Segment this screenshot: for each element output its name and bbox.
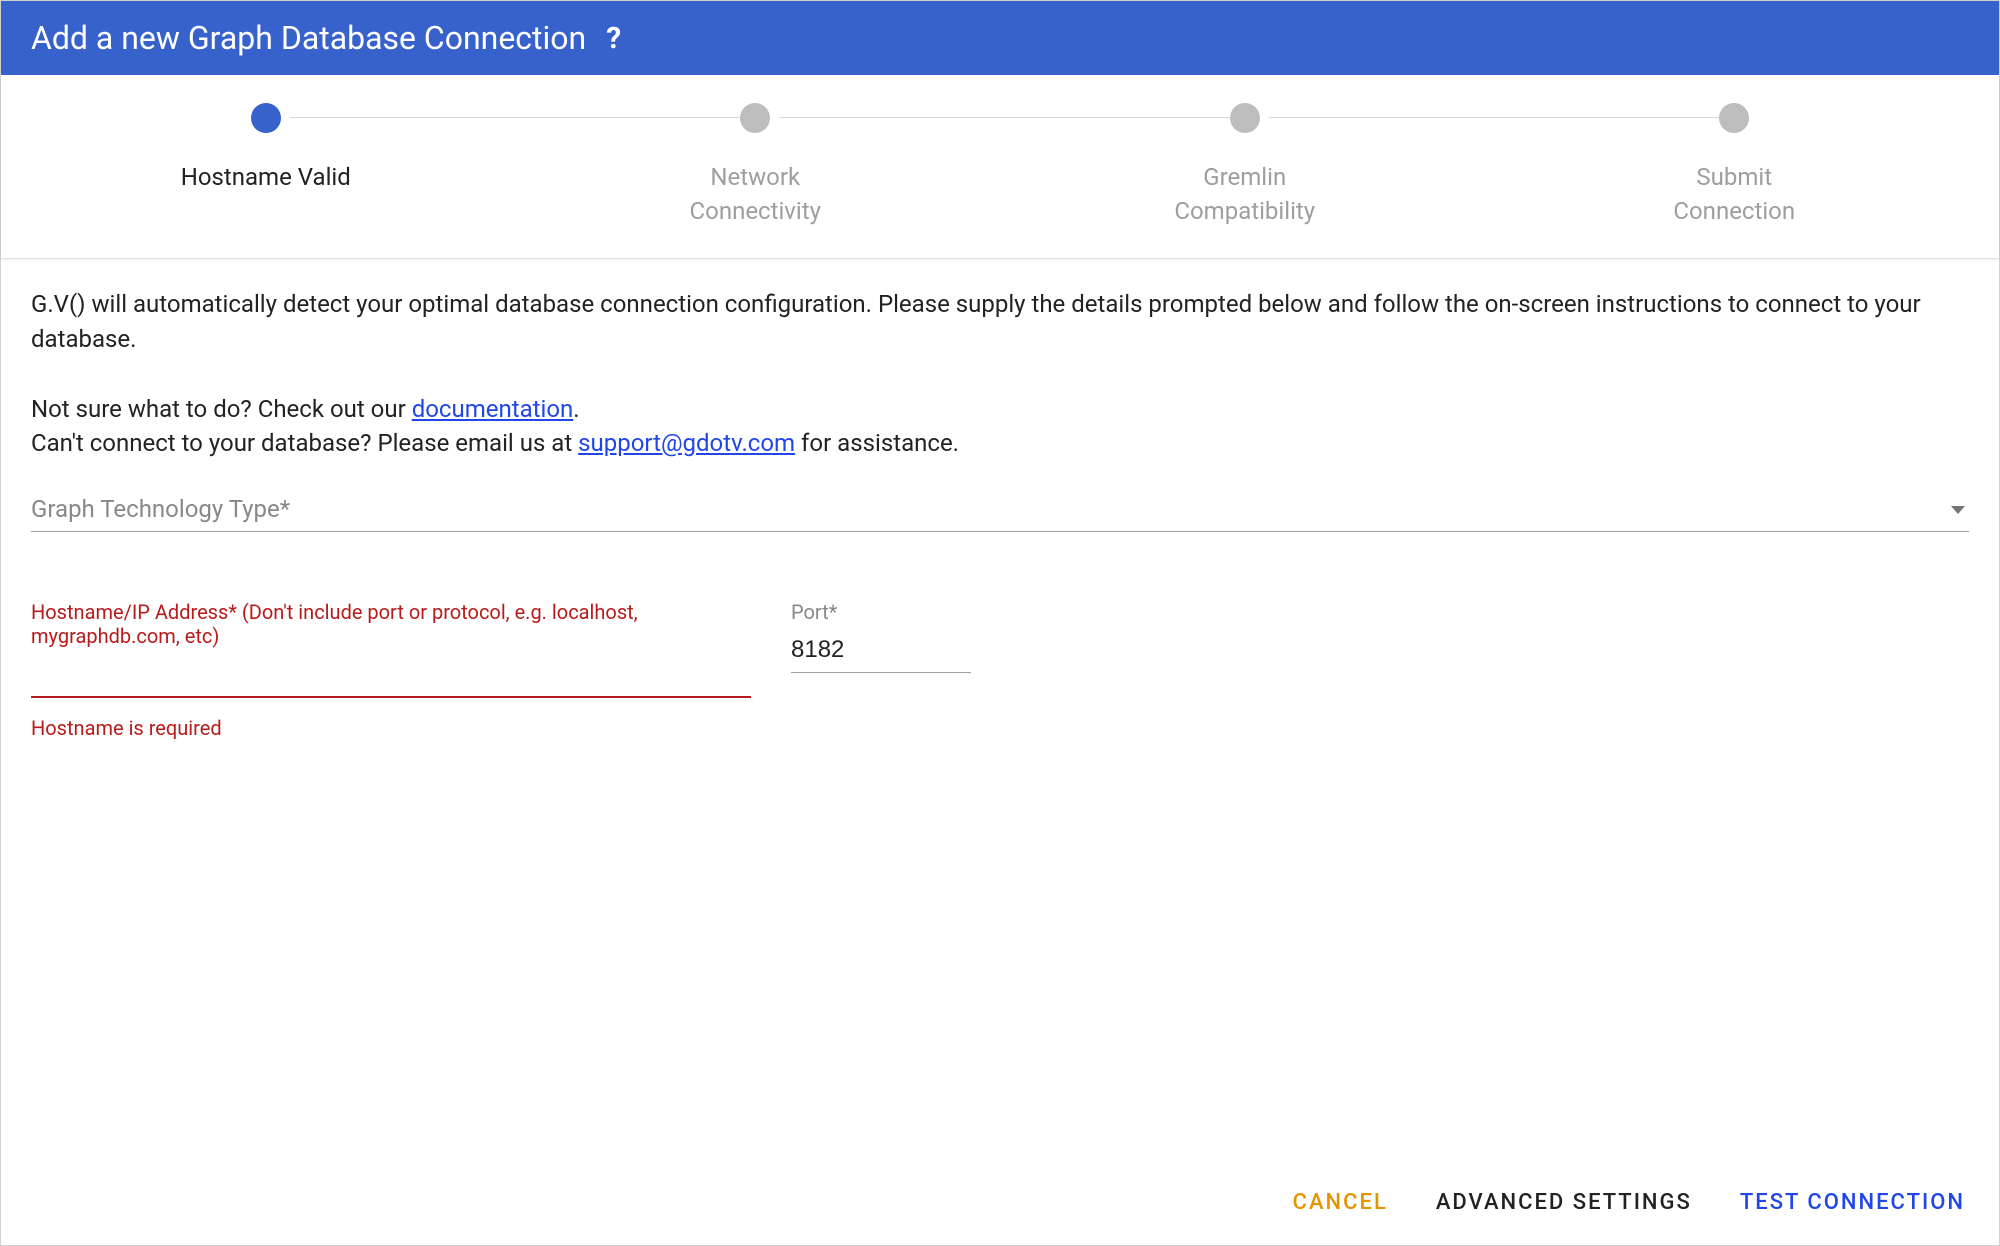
step-connector: [1269, 117, 1735, 118]
hostname-error: Hostname is required: [31, 716, 751, 740]
intro-line2: Not sure what to do? Check out our docum…: [31, 392, 1969, 427]
hostname-input[interactable]: [31, 654, 751, 698]
port-field-wrap: Port*: [791, 582, 971, 673]
graph-technology-type-select[interactable]: Graph Technology Type*: [31, 489, 1969, 532]
step-network-connectivity: Network Connectivity: [511, 103, 1001, 228]
graph-technology-type-field: Graph Technology Type*: [31, 489, 1969, 532]
step-label: Gremlin Compatibility: [1174, 161, 1315, 228]
step-circle-icon: [251, 103, 281, 133]
intro-line3: Can't connect to your database? Please e…: [31, 426, 1969, 461]
step-circle-icon: [1719, 103, 1749, 133]
select-placeholder: Graph Technology Type*: [31, 495, 290, 523]
documentation-link[interactable]: documentation: [412, 395, 574, 423]
port-label: Port*: [791, 600, 971, 624]
dialog-title: Add a new Graph Database Connection: [31, 19, 586, 57]
step-label: Network Connectivity: [690, 161, 821, 228]
hostname-port-row: Hostname/IP Address* (Don't include port…: [31, 582, 1969, 740]
connection-dialog: Add a new Graph Database Connection ? Ho…: [0, 0, 2000, 1246]
test-connection-button[interactable]: TEST CONNECTION: [1736, 1184, 1969, 1221]
dialog-footer: CANCEL ADVANCED SETTINGS TEST CONNECTION: [1, 1164, 1999, 1245]
intro-line2-prefix: Not sure what to do? Check out our: [31, 395, 412, 423]
intro-line2-suffix: .: [573, 395, 579, 423]
step-connector: [290, 117, 756, 118]
intro-line1: G.V() will automatically detect your opt…: [31, 287, 1969, 357]
step-label: Submit Connection: [1673, 161, 1795, 228]
stepper: Hostname Valid Network Connectivity Grem…: [1, 75, 1999, 259]
step-gremlin-compatibility: Gremlin Compatibility: [1000, 103, 1490, 228]
step-label: Hostname Valid: [181, 161, 351, 195]
intro-line3-prefix: Can't connect to your database? Please e…: [31, 429, 578, 457]
port-input[interactable]: [791, 630, 971, 673]
step-submit-connection: Submit Connection: [1490, 103, 1980, 228]
chevron-down-icon: [1951, 506, 1965, 514]
cancel-button[interactable]: CANCEL: [1289, 1184, 1392, 1221]
dialog-body: G.V() will automatically detect your opt…: [1, 259, 1999, 1164]
step-circle-icon: [740, 103, 770, 133]
intro-text: G.V() will automatically detect your opt…: [31, 287, 1969, 461]
step-hostname-valid: Hostname Valid: [21, 103, 511, 195]
help-icon[interactable]: ?: [606, 21, 621, 56]
dialog-header: Add a new Graph Database Connection ?: [1, 1, 1999, 75]
step-connector: [779, 117, 1245, 118]
hostname-label: Hostname/IP Address* (Don't include port…: [31, 600, 751, 648]
hostname-field-wrap: Hostname/IP Address* (Don't include port…: [31, 582, 751, 740]
support-email-link[interactable]: support@gdotv.com: [578, 429, 795, 457]
advanced-settings-button[interactable]: ADVANCED SETTINGS: [1432, 1184, 1696, 1221]
step-circle-icon: [1230, 103, 1260, 133]
intro-line3-suffix: for assistance.: [795, 429, 959, 457]
